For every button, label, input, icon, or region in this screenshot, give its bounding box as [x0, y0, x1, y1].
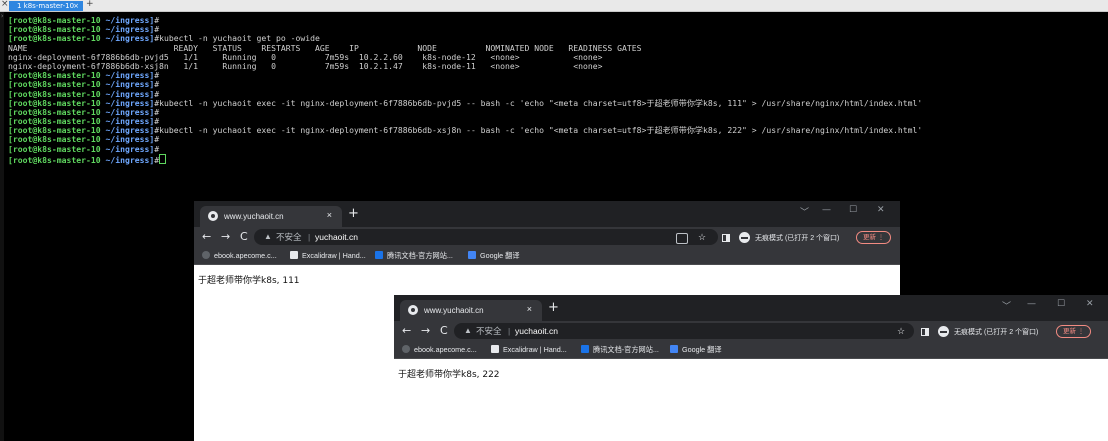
- terminal-gutter: ›: [0, 12, 4, 441]
- browser-tab-title: www.yuchaoit.cn: [424, 306, 484, 315]
- bookmark-item[interactable]: Excalidraw | Hand...: [491, 345, 567, 354]
- globe-icon: [402, 345, 410, 353]
- tencent-docs-icon: [375, 251, 383, 259]
- terminal-line: [root@k8s-master-10 ~/ingress]#: [8, 135, 1103, 144]
- new-tab-button[interactable]: +: [548, 300, 559, 315]
- bookmark-item[interactable]: 腾讯文档-官方网站...: [581, 345, 659, 355]
- terminal-tab-label: 1 k8s-master-10: [17, 2, 75, 10]
- terminal-line: [root@k8s-master-10 ~/ingress]#: [8, 15, 1103, 25]
- bookmark-item[interactable]: ebook.apecome.c...: [402, 345, 477, 354]
- terminal-cursor: [159, 153, 167, 164]
- bookmark-item[interactable]: 腾讯文档-官方网站...: [375, 251, 453, 261]
- forward-button[interactable]: →: [421, 324, 430, 337]
- side-panel-icon[interactable]: [722, 234, 730, 242]
- incognito-label: 无痕模式 (已打开 2 个窗口): [954, 329, 1039, 336]
- update-button[interactable]: 更新 ⋮: [856, 231, 892, 244]
- page-content: 于超老师带你学k8s, 222: [394, 359, 1108, 441]
- gutter-arrow-icon: ›: [0, 12, 5, 20]
- close-window-button[interactable]: ✕: [877, 205, 885, 215]
- minimize-button[interactable]: —: [822, 205, 831, 215]
- browser-tab[interactable]: www.yuchaoit.cn ×: [400, 300, 542, 321]
- bookmark-item[interactable]: Google 翻译: [670, 345, 722, 355]
- prompt-user: [root@k8s-master-10: [8, 154, 101, 165]
- address-separator: |: [508, 326, 511, 336]
- incognito-icon[interactable]: [739, 232, 750, 243]
- tab-close-icon[interactable]: ×: [527, 304, 532, 314]
- bookmark-star-icon[interactable]: ☆: [698, 229, 706, 245]
- address-url: yuchaoit.cn: [515, 326, 558, 336]
- back-button[interactable]: ←: [402, 324, 411, 337]
- insecure-label: 不安全: [476, 326, 502, 336]
- incognito-label: 无痕模式 (已打开 2 个窗口): [755, 235, 840, 242]
- side-panel-icon[interactable]: [921, 328, 929, 336]
- bookmarks-bar: ebook.apecome.c... Excalidraw | Hand... …: [194, 248, 900, 265]
- warning-icon: ▲: [264, 232, 272, 241]
- address-bar[interactable]: ▲ 不安全 | yuchaoit.cn ☆: [454, 323, 914, 339]
- prompt-user: [root@k8s-master-10: [8, 143, 101, 154]
- globe-icon: [208, 211, 218, 221]
- page-text: 于超老师带你学k8s, 222: [398, 370, 500, 380]
- terminal-line: nginx-deployment-6f7886b6db-xsj8n 1/1 Ru…: [8, 61, 1103, 71]
- browser-toolbar: ← → C ▲ 不安全 | yuchaoit.cn ☆ 无痕模式 (已打开 2 …: [194, 227, 900, 248]
- bookmark-item[interactable]: Excalidraw | Hand...: [290, 251, 366, 260]
- prompt-path: ~/ingress]: [100, 154, 155, 165]
- terminal-tab[interactable]: 1 k8s-master-10 ×: [9, 1, 83, 11]
- incognito-icon[interactable]: [938, 326, 949, 337]
- browser-tab-strip: www.yuchaoit.cn × + ﹀ — ☐ ✕: [194, 201, 900, 227]
- address-separator: |: [308, 232, 311, 242]
- command-text: kubectl -n yuchaoit exec -it nginx-deplo…: [159, 97, 923, 108]
- excalidraw-icon: [491, 345, 499, 353]
- bookmarks-bar: ebook.apecome.c... Excalidraw | Hand... …: [394, 342, 1108, 359]
- tencent-docs-icon: [581, 345, 589, 353]
- back-button[interactable]: ←: [202, 230, 211, 243]
- bookmark-item[interactable]: ebook.apecome.c...: [202, 251, 277, 260]
- browser-window-2: www.yuchaoit.cn × + ﹀ — ☐ ✕ ← → C ▲ 不安全 …: [394, 295, 1108, 441]
- insecure-label: 不安全: [276, 232, 302, 242]
- close-all-icon[interactable]: ×: [1, 0, 9, 9]
- terminal-line: [root@k8s-master-10 ~/ingress]#kubectl -…: [8, 126, 1103, 135]
- forward-button[interactable]: →: [221, 230, 230, 243]
- prompt-symbol: #: [154, 143, 160, 154]
- browser-tab-title: www.yuchaoit.cn: [224, 212, 284, 221]
- warning-icon: ▲: [464, 326, 472, 335]
- tab-close-icon[interactable]: ×: [327, 210, 332, 220]
- globe-icon: [408, 305, 418, 315]
- browser-toolbar: ← → C ▲ 不安全 | yuchaoit.cn ☆ 无痕模式 (已打开 2 …: [394, 321, 1108, 342]
- address-url: yuchaoit.cn: [315, 232, 358, 242]
- prompt-path: ~/ingress]: [100, 143, 155, 154]
- reload-button[interactable]: C: [240, 230, 248, 243]
- terminal-tab-bar: × 1 k8s-master-10 × +: [0, 0, 1108, 12]
- terminal-new-tab-button[interactable]: +: [86, 0, 94, 9]
- reload-button[interactable]: C: [440, 324, 448, 337]
- maximize-button[interactable]: ☐: [1057, 299, 1065, 309]
- terminal-line: [root@k8s-master-10 ~/ingress]#kubectl -…: [8, 97, 1103, 108]
- terminal-line: [root@k8s-master-10 ~/ingress]#: [8, 71, 1103, 80]
- bookmark-star-icon[interactable]: ☆: [897, 323, 905, 339]
- terminal-line: [root@k8s-master-10 ~/ingress]#: [8, 143, 1103, 154]
- page-text: 于超老师带你学k8s, 111: [198, 276, 300, 286]
- update-button[interactable]: 更新 ⋮: [1056, 325, 1092, 338]
- terminal-line: [root@k8s-master-10 ~/ingress]#: [8, 107, 1103, 117]
- google-translate-icon: [670, 345, 678, 353]
- terminal-line: [root@k8s-master-10 ~/ingress]#: [8, 80, 1103, 89]
- chevron-down-icon[interactable]: ﹀: [800, 205, 809, 218]
- address-bar[interactable]: ▲ 不安全 | yuchaoit.cn ☆: [254, 229, 718, 245]
- close-window-button[interactable]: ✕: [1086, 299, 1094, 309]
- excalidraw-icon: [290, 251, 298, 259]
- minimize-button[interactable]: —: [1027, 299, 1036, 309]
- browser-tab-strip: www.yuchaoit.cn × + ﹀ — ☐ ✕: [394, 295, 1108, 321]
- maximize-button[interactable]: ☐: [849, 205, 857, 215]
- google-translate-icon: [468, 251, 476, 259]
- globe-icon: [202, 251, 210, 259]
- translate-icon[interactable]: [676, 233, 688, 244]
- terminal-tab-close-icon[interactable]: ×: [73, 1, 79, 11]
- bookmark-item[interactable]: Google 翻译: [468, 251, 520, 261]
- command-text: kubectl -n yuchaoit exec -it nginx-deplo…: [159, 125, 923, 136]
- new-tab-button[interactable]: +: [348, 206, 359, 221]
- terminal-line: [root@k8s-master-10 ~/ingress]#: [8, 153, 1103, 165]
- browser-tab[interactable]: www.yuchaoit.cn ×: [200, 206, 342, 227]
- chevron-down-icon[interactable]: ﹀: [1002, 299, 1011, 312]
